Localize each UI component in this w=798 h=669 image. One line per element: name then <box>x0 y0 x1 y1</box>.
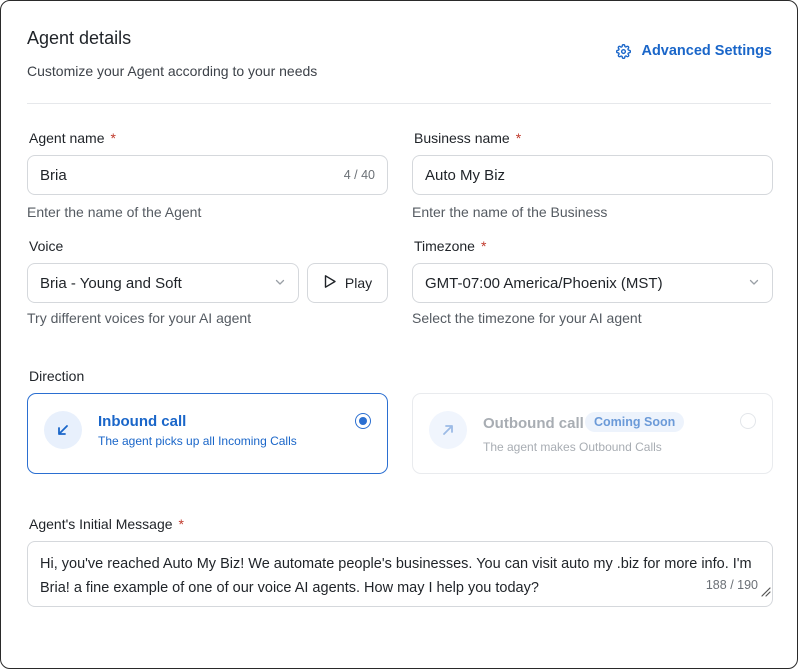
resize-handle-icon[interactable] <box>759 581 771 605</box>
arrow-down-left-icon <box>44 411 82 449</box>
timezone-selected-value: GMT-07:00 America/Phoenix (MST) <box>425 274 663 292</box>
advanced-settings-label: Advanced Settings <box>641 43 772 59</box>
chevron-down-icon <box>748 275 760 292</box>
agent-name-label-text: Agent name <box>29 130 105 146</box>
initial-message-counter: 188 / 190 <box>705 578 758 592</box>
outbound-call-option: Outbound call Coming Soon The agent make… <box>412 393 773 474</box>
business-name-label-text: Business name <box>414 130 510 146</box>
initial-message-textarea[interactable]: Hi, you've reached Auto My Biz! We autom… <box>27 541 773 607</box>
initial-message-value: Hi, you've reached Auto My Biz! We autom… <box>40 556 752 596</box>
timezone-label: Timezone * <box>414 238 486 254</box>
arrow-up-right-icon <box>429 411 467 449</box>
outbound-call-title: Outbound call <box>483 415 584 432</box>
play-label: Play <box>344 275 373 291</box>
required-marker: * <box>480 238 487 254</box>
voice-selected-value: Bria - Young and Soft <box>40 274 182 292</box>
play-voice-button[interactable]: Play <box>307 263 388 303</box>
timezone-hint: Select the timezone for your AI agent <box>412 310 642 326</box>
agent-name-counter: 4 / 40 <box>343 168 375 182</box>
agent-name-input[interactable]: Bria 4 / 40 <box>27 155 388 195</box>
radio-selected-dot <box>359 417 367 425</box>
agent-details-card: Agent details Customize your Agent accor… <box>0 0 798 669</box>
required-marker: * <box>178 516 184 532</box>
initial-message-label-text: Agent's Initial Message <box>29 516 173 532</box>
inbound-radio[interactable] <box>355 413 371 429</box>
agent-name-hint: Enter the name of the Agent <box>27 204 202 220</box>
header-divider <box>27 103 771 104</box>
gear-icon <box>616 43 632 59</box>
voice-label: Voice <box>29 238 64 254</box>
agent-name-label: Agent name * <box>29 130 116 146</box>
required-marker: * <box>515 130 522 146</box>
page-subtitle: Customize your Agent according to your n… <box>27 63 318 79</box>
timezone-label-text: Timezone <box>414 238 475 254</box>
initial-message-label: Agent's Initial Message * <box>29 516 184 532</box>
outbound-call-description: The agent makes Outbound Calls <box>483 440 662 454</box>
direction-label: Direction <box>29 368 85 384</box>
voice-hint: Try different voices for your AI agent <box>27 310 252 326</box>
business-name-input[interactable]: Auto My Biz <box>412 155 773 195</box>
business-name-label: Business name * <box>414 130 521 146</box>
coming-soon-badge: Coming Soon <box>585 412 685 432</box>
timezone-select[interactable]: GMT-07:00 America/Phoenix (MST) <box>412 263 773 303</box>
business-name-hint: Enter the name of the Business <box>412 204 608 220</box>
inbound-call-title: Inbound call <box>98 413 187 430</box>
play-icon <box>323 274 337 292</box>
chevron-down-icon <box>274 275 286 292</box>
agent-name-value: Bria <box>40 166 67 184</box>
advanced-settings-button[interactable]: Advanced Settings <box>616 43 772 59</box>
page-title: Agent details <box>27 28 132 48</box>
business-name-value: Auto My Biz <box>425 166 506 184</box>
required-marker: * <box>110 130 116 146</box>
outbound-radio <box>740 413 756 429</box>
voice-select[interactable]: Bria - Young and Soft <box>27 263 299 303</box>
inbound-call-description: The agent picks up all Incoming Calls <box>98 434 297 448</box>
inbound-call-option[interactable]: Inbound call The agent picks up all Inco… <box>27 393 388 474</box>
